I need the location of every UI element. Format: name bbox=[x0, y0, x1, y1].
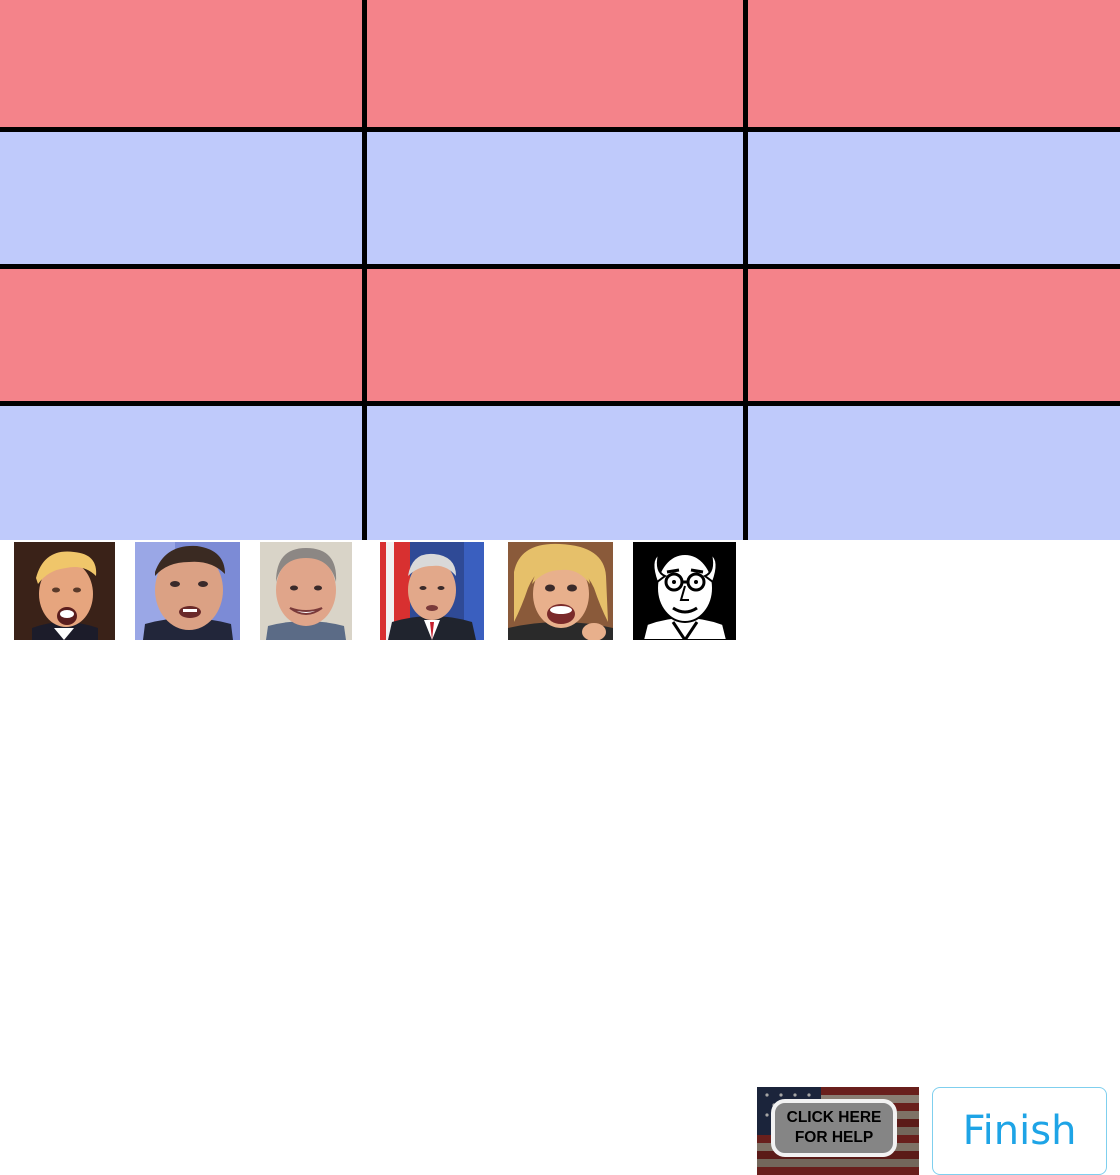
drop-cell-r1-c2[interactable] bbox=[367, 0, 743, 127]
candidate-6-tile[interactable] bbox=[633, 542, 736, 640]
help-line-2: FOR HELP bbox=[794, 1129, 874, 1146]
candidate-tray: CLICK HERE FOR HELP Finish bbox=[0, 540, 1120, 1175]
drop-cell-r4-c2[interactable] bbox=[367, 406, 743, 540]
drop-cell-r2-c3[interactable] bbox=[748, 132, 1120, 264]
drop-cell-r3-c2[interactable] bbox=[367, 269, 743, 401]
help-button[interactable]: CLICK HERE FOR HELP bbox=[757, 1087, 919, 1175]
drop-cell-r1-c1[interactable] bbox=[0, 0, 362, 127]
finish-label: Finish bbox=[962, 1108, 1077, 1154]
candidate-6-portrait bbox=[633, 542, 736, 640]
finish-button[interactable]: Finish bbox=[932, 1087, 1107, 1175]
drop-cell-r1-c3[interactable] bbox=[748, 0, 1120, 127]
game-board bbox=[0, 0, 1120, 540]
drop-cell-r4-c1[interactable] bbox=[0, 406, 362, 540]
candidate-3-tile[interactable] bbox=[260, 542, 352, 640]
candidate-2-tile[interactable] bbox=[135, 542, 240, 640]
help-button-label: CLICK HERE FOR HELP bbox=[771, 1099, 897, 1157]
drop-cell-r2-c2[interactable] bbox=[367, 132, 743, 264]
drop-cell-r2-c1[interactable] bbox=[0, 132, 362, 264]
drop-cell-r4-c3[interactable] bbox=[748, 406, 1120, 540]
help-line-1: CLICK HERE bbox=[786, 1109, 882, 1126]
candidate-3-portrait bbox=[260, 542, 352, 640]
drop-cell-r3-c3[interactable] bbox=[748, 269, 1120, 401]
candidate-5-tile[interactable] bbox=[508, 542, 613, 640]
candidate-2-portrait bbox=[135, 542, 240, 640]
candidate-1-tile[interactable] bbox=[14, 542, 115, 640]
candidate-4-portrait bbox=[380, 542, 484, 640]
candidate-5-portrait bbox=[508, 542, 613, 640]
candidate-4-tile[interactable] bbox=[380, 542, 484, 640]
drop-cell-r3-c1[interactable] bbox=[0, 269, 362, 401]
candidate-1-portrait bbox=[14, 542, 115, 640]
